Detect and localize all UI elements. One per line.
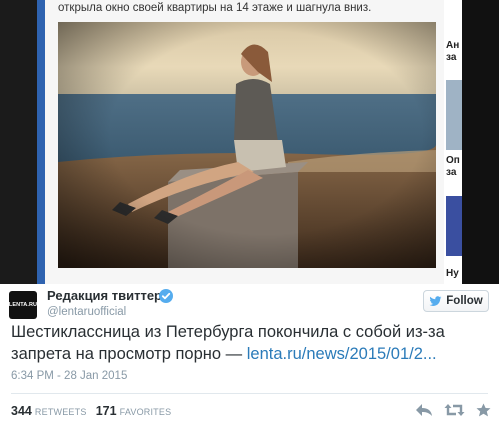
follow-button[interactable]: Follow <box>423 290 489 312</box>
favorites-count[interactable]: 171 <box>96 404 117 418</box>
sidebar-snippet: Оп <box>446 155 460 166</box>
retweets-label: RETWEETS <box>34 407 87 417</box>
page-edge-bar <box>37 0 45 284</box>
tweet-stats: 344 RETWEETS 171 FAVORITES <box>11 404 171 418</box>
tweet-text: Шестиклассница из Петербурга покончила с… <box>11 321 491 365</box>
tweet-media-image[interactable]: открыла окно своей квартиры на 14 этаже … <box>0 0 499 284</box>
page-edge-dark <box>462 0 499 284</box>
favorites-label: FAVORITES <box>119 407 172 417</box>
sidebar-snippet: Ан <box>446 40 460 51</box>
article-sidebar: Ан за Оп за Ну <box>444 0 462 284</box>
article-caption: открыла окно своей квартиры на 14 этаже … <box>58 2 372 14</box>
tweet-link[interactable]: lenta.ru/news/2015/01/2... <box>247 345 437 363</box>
sidebar-snippet: Ну <box>446 268 459 279</box>
divider <box>11 393 488 394</box>
user-handle[interactable]: @lentaruofficial <box>47 306 126 318</box>
star-icon[interactable] <box>476 403 491 417</box>
retweet-icon[interactable] <box>444 403 465 417</box>
avatar[interactable]: LENTA.RU <box>9 291 37 319</box>
sidebar-thumbnail <box>446 196 462 256</box>
sidebar-thumbnail <box>446 80 462 150</box>
reply-icon[interactable] <box>415 403 433 417</box>
avatar-logo-text: LENTA.RU <box>8 302 38 308</box>
article-photo <box>58 22 436 268</box>
tweet-actions <box>415 402 491 418</box>
twitter-bird-icon <box>429 295 442 306</box>
user-display-name[interactable]: Редакция твиттера <box>47 288 169 303</box>
follow-label: Follow <box>446 295 483 307</box>
sidebar-snippet: за <box>446 52 457 63</box>
verified-badge-icon <box>159 289 173 303</box>
tweet-timestamp[interactable]: 6:34 PM - 28 Jan 2015 <box>11 370 127 382</box>
sidebar-snippet: за <box>446 167 457 178</box>
retweets-count[interactable]: 344 <box>11 404 32 418</box>
